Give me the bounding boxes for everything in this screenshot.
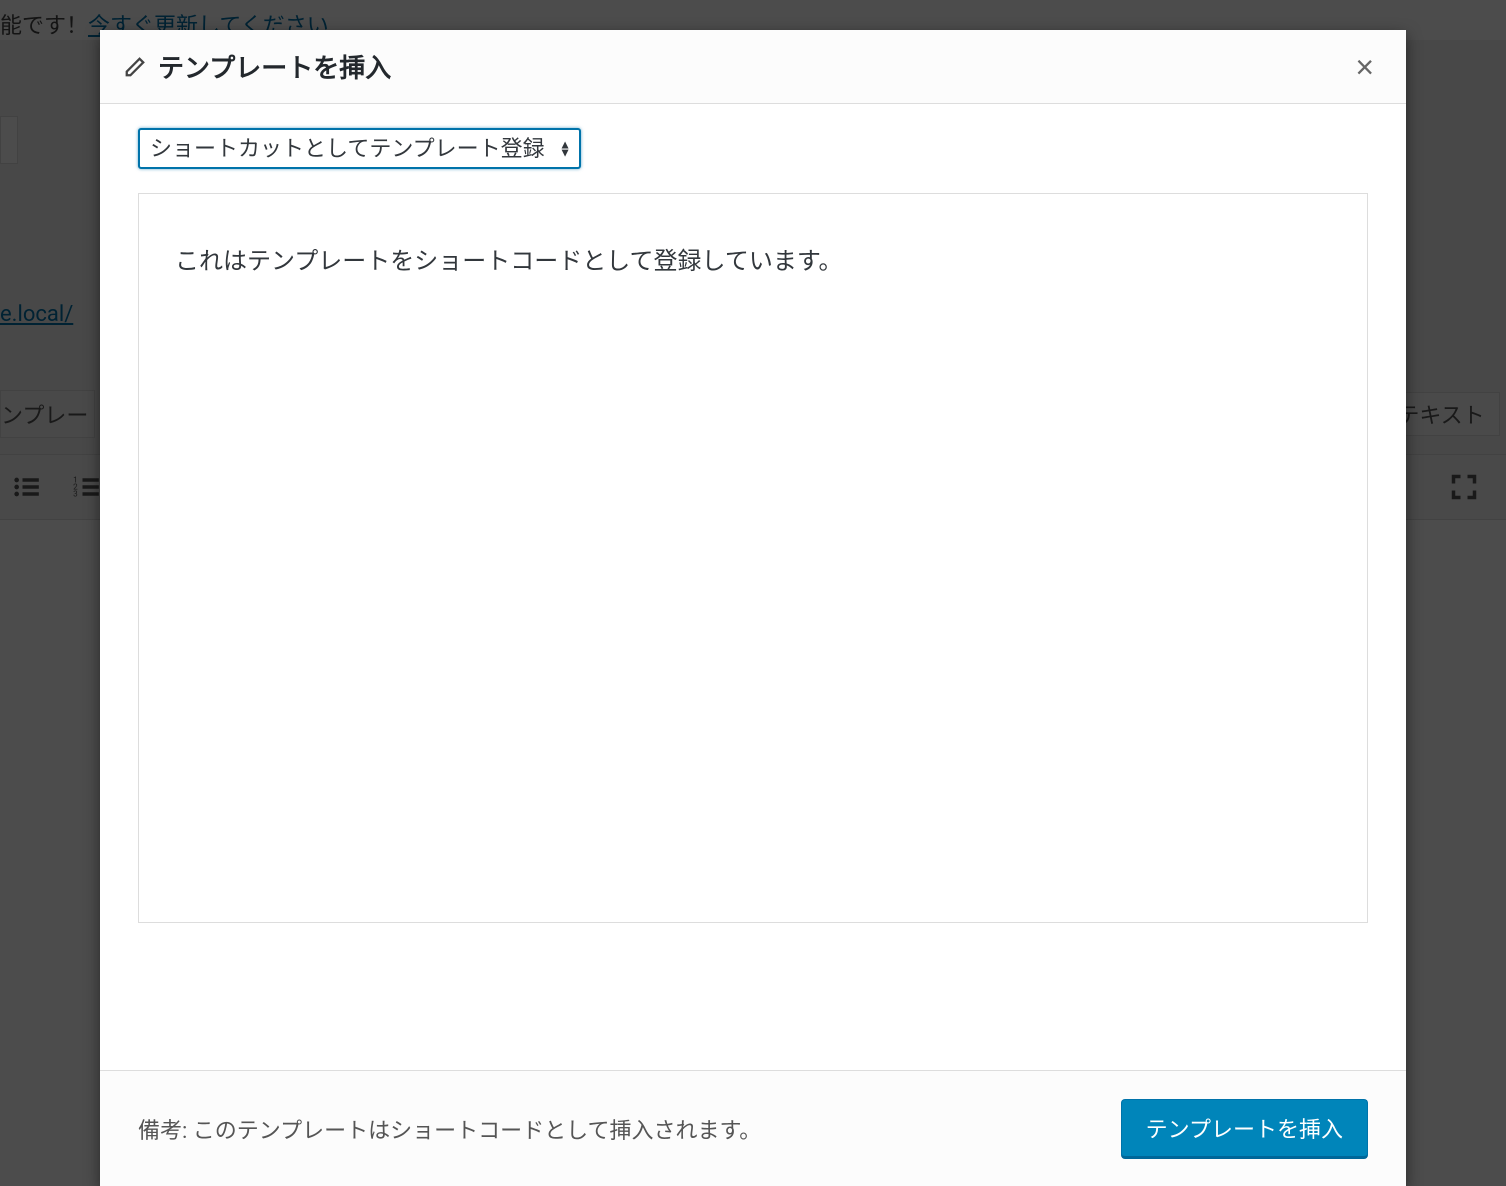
insert-template-button[interactable]: テンプレートを挿入 — [1121, 1099, 1368, 1158]
template-preview: これはテンプレートをショートコードとして登録しています。 — [138, 193, 1368, 923]
close-button[interactable]: × — [1347, 51, 1382, 83]
modal-title: テンプレートを挿入 — [158, 48, 391, 85]
footer-note: 備考: このテンプレートはショートコードとして挿入されます。 — [138, 1113, 761, 1145]
modal-footer: 備考: このテンプレートはショートコードとして挿入されます。 テンプレートを挿入 — [100, 1070, 1406, 1186]
preview-text: これはテンプレートをショートコードとして登録しています。 — [175, 242, 1331, 280]
modal-title-wrap: テンプレートを挿入 — [124, 48, 391, 85]
modal-body: ショートカットとしてテンプレート登録 ▲▼ これはテンプレートをショートコードと… — [100, 104, 1406, 1070]
template-select[interactable]: ショートカットとしてテンプレート登録 — [138, 128, 581, 169]
pencil-icon — [124, 56, 146, 78]
template-select-wrap: ショートカットとしてテンプレート登録 ▲▼ — [138, 128, 581, 169]
modal-header: テンプレートを挿入 × — [100, 30, 1406, 104]
insert-template-modal: テンプレートを挿入 × ショートカットとしてテンプレート登録 ▲▼ これはテンプ… — [100, 30, 1406, 1186]
